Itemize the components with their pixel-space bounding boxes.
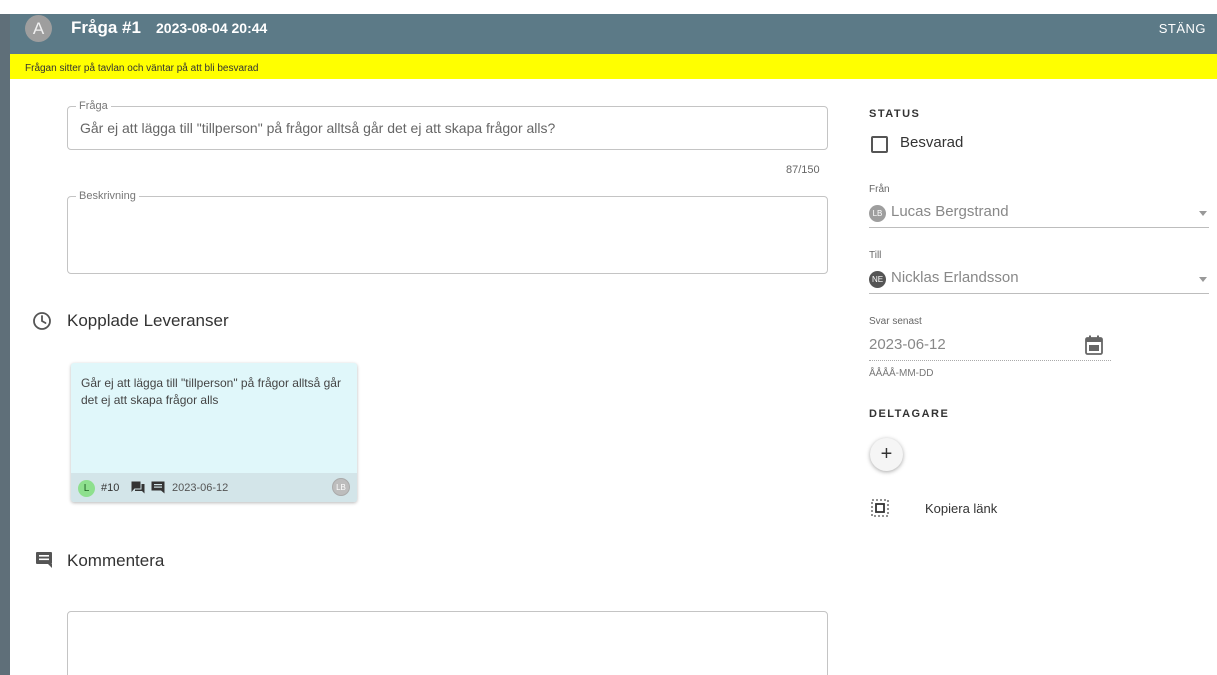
answered-checkbox[interactable] (871, 136, 888, 153)
card-number: #10 (101, 482, 120, 494)
comment-section-icon (35, 551, 53, 574)
comment-input[interactable] (67, 611, 828, 675)
card-footer: L #10 2023-06-12 LB (71, 473, 357, 502)
select-all-icon[interactable] (871, 499, 889, 522)
calendar-icon[interactable] (1085, 335, 1103, 360)
chevron-down-icon (1199, 277, 1207, 282)
header-datetime: 2023-08-04 20:44 (156, 20, 268, 36)
clock-icon (32, 311, 52, 336)
deadline-input[interactable]: 2023-06-12 (869, 332, 1111, 361)
to-select[interactable]: NE Nicklas Erlandsson (869, 268, 1209, 294)
page-title: Fråga #1 (71, 18, 141, 37)
to-avatar: NE (869, 271, 886, 288)
status-notice: Frågan sitter på tavlan och väntar på at… (10, 54, 1217, 79)
description-legend: Beskrivning (76, 191, 139, 202)
chevron-down-icon (1199, 211, 1207, 216)
deadline-label: Svar senast (869, 316, 922, 327)
assignee-avatar: LB (332, 478, 350, 496)
question-field[interactable]: Fråga Går ej att lägga till "tillperson"… (67, 101, 828, 150)
add-participant-button[interactable]: + (870, 438, 903, 471)
status-badge: L (78, 480, 95, 497)
comment-icon (151, 481, 165, 499)
delivery-card[interactable]: Går ej att lägga till "tillperson" på fr… (71, 363, 357, 502)
comment-title: Kommentera (67, 551, 165, 570)
to-label: Till (869, 250, 882, 261)
from-label: Från (869, 184, 890, 195)
question-dialog: A Fråga #1 2023-08-04 20:44 STÄNG Frågan… (10, 14, 1217, 675)
from-value: Lucas Bergstrand (891, 203, 1009, 220)
from-avatar: LB (869, 205, 886, 222)
card-text: Går ej att lägga till "tillperson" på fr… (81, 376, 341, 407)
to-value: Nicklas Erlandsson (891, 269, 1019, 286)
character-counter: 87/150 (786, 164, 820, 176)
backdrop-edge (0, 14, 10, 675)
linked-deliveries-title: Kopplade Leveranser (67, 311, 229, 330)
deadline-value: 2023-06-12 (869, 336, 946, 353)
avatar: A (25, 15, 52, 42)
answered-label: Besvarad (900, 134, 964, 151)
chat-icon (131, 481, 145, 499)
dialog-header: A Fråga #1 2023-08-04 20:44 STÄNG (10, 14, 1217, 54)
from-select[interactable]: LB Lucas Bergstrand (869, 202, 1209, 228)
card-date: 2023-06-12 (172, 482, 229, 494)
close-button[interactable]: STÄNG (1159, 21, 1206, 36)
question-input[interactable]: Går ej att lägga till "tillperson" på fr… (80, 120, 555, 136)
description-input[interactable] (80, 211, 815, 265)
question-legend: Fråga (76, 101, 111, 112)
status-label: STATUS (869, 108, 921, 120)
participants-label: DELTAGARE (869, 408, 950, 420)
copy-link-button[interactable]: Kopiera länk (925, 501, 997, 516)
description-field[interactable]: Beskrivning (67, 191, 828, 274)
top-strip (0, 0, 1217, 14)
date-format-hint: ÅÅÅÅ-MM-DD (869, 368, 934, 379)
